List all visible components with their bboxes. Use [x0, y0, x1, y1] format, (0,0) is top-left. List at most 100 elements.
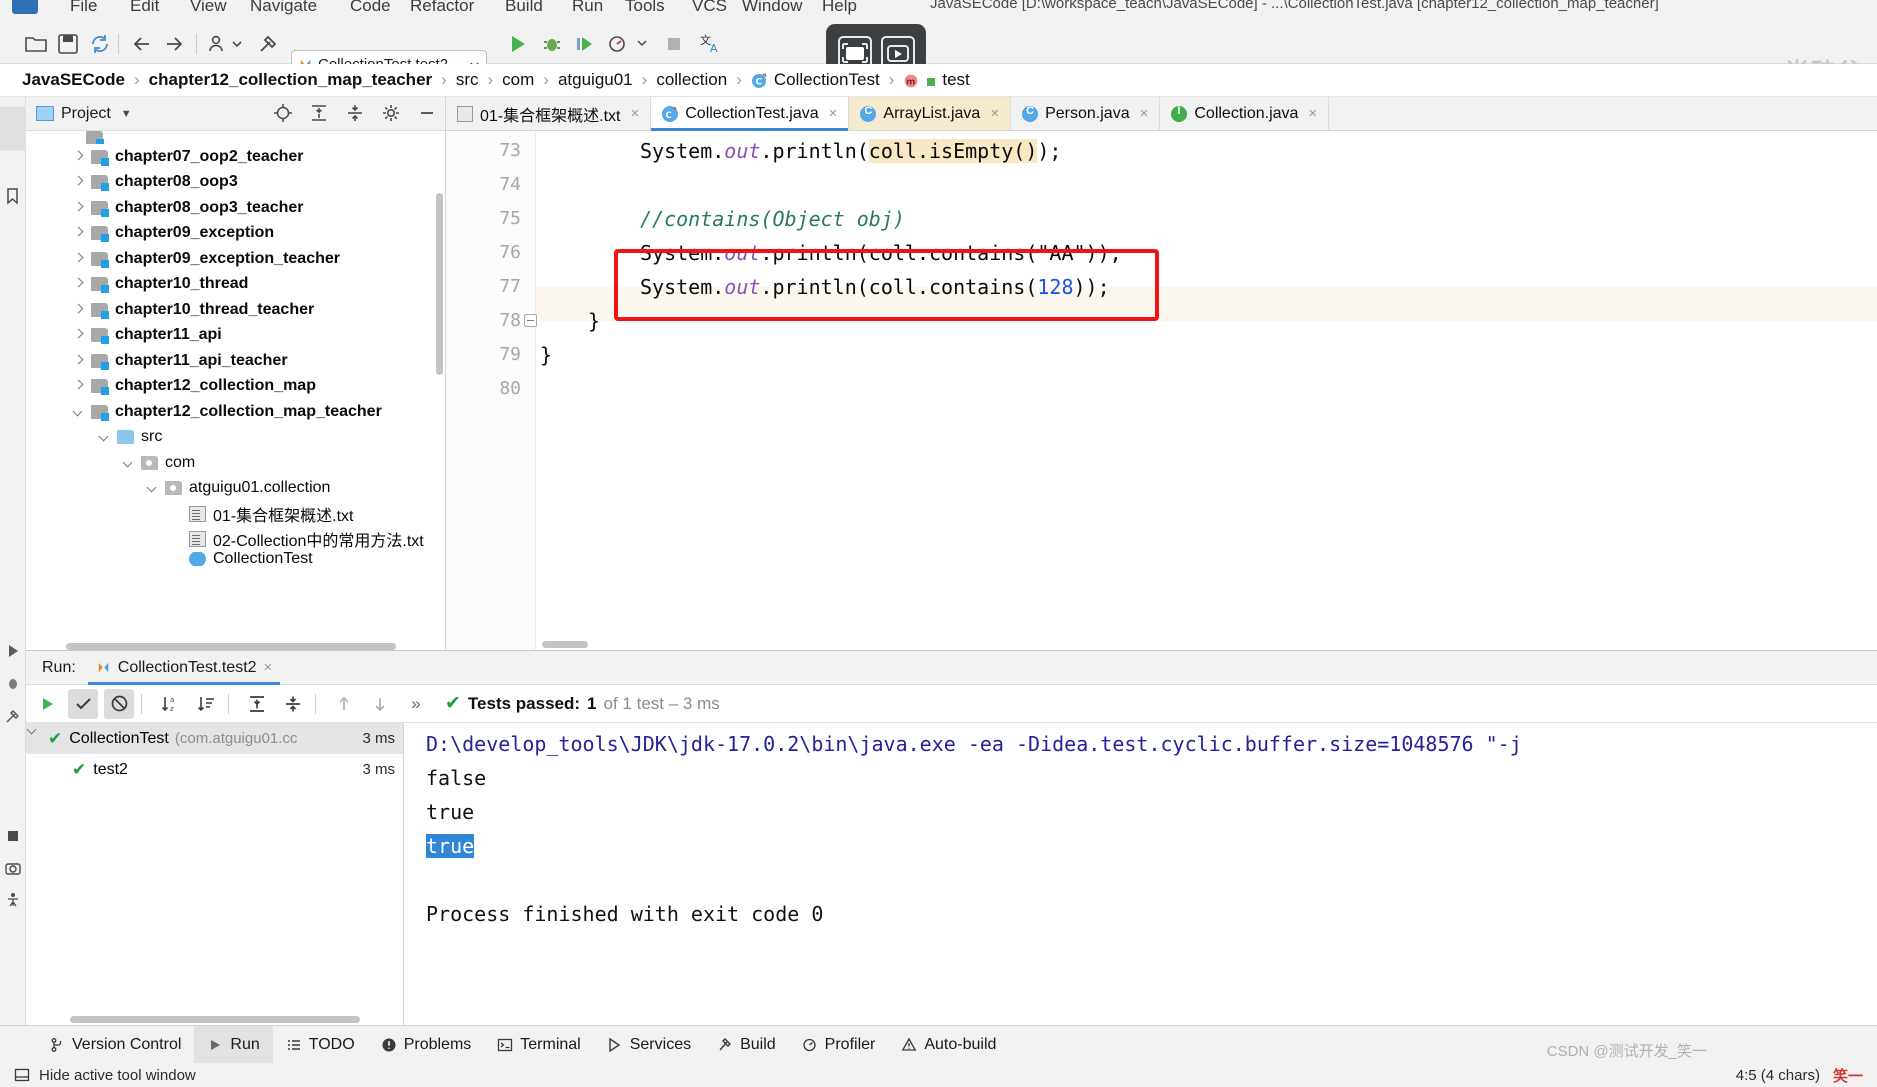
editor-horizontal-scrollbar[interactable] [542, 641, 588, 648]
console-output[interactable]: D:\develop_tools\JDK\jdk-17.0.2\bin\java… [404, 723, 1877, 1026]
status-item-build[interactable]: Build [704, 1026, 789, 1064]
test-tree-horizontal-scrollbar[interactable] [70, 1016, 360, 1023]
show-passed-icon[interactable] [68, 688, 98, 719]
breadcrumb-item-module[interactable]: chapter12_collection_map_teacher [149, 70, 432, 90]
close-icon[interactable]: × [990, 105, 999, 122]
tree-row-chapter12-collection-map-teacher[interactable]: chapter12_collection_map_teacher [26, 399, 445, 425]
tree-row-chapter11-api[interactable]: chapter11_api [26, 323, 445, 349]
test-results-tree[interactable]: ✔ CollectionTest (com.atguigu01.cc 3 ms … [26, 723, 404, 1026]
breadcrumb-item-src[interactable]: src [456, 70, 479, 90]
close-icon[interactable]: × [1140, 105, 1149, 122]
collapse-all-icon[interactable] [278, 689, 308, 719]
menu-item-run[interactable]: Run [572, 0, 603, 16]
close-icon[interactable]: × [630, 105, 639, 122]
chevron-down-icon[interactable] [146, 481, 160, 495]
tree-row-chapter10-thread-teacher[interactable]: chapter10_thread_teacher [26, 297, 445, 323]
close-icon[interactable]: × [1308, 105, 1317, 122]
tree-row-txt-01[interactable]: 01-集合框架概述.txt [26, 501, 445, 527]
breadcrumb-item-com[interactable]: com [502, 70, 534, 90]
project-horizontal-scrollbar[interactable] [66, 643, 396, 650]
chevron-down-icon[interactable] [72, 405, 86, 419]
menu-item-refactor[interactable]: Refactor [410, 0, 474, 16]
tree-row-chapter08-oop3-teacher[interactable]: chapter08_oop3_teacher [26, 195, 445, 221]
debug-strip-icon[interactable] [4, 675, 22, 693]
status-item-profiler[interactable]: Profiler [789, 1026, 889, 1064]
code-fold-marker-icon[interactable] [524, 314, 537, 327]
menu-item-window[interactable]: Window [742, 0, 802, 16]
translate-icon[interactable]: 文A [700, 32, 724, 56]
menu-item-build[interactable]: Build [505, 0, 543, 16]
tree-row-atguigu01-collection[interactable]: atguigu01.collection [26, 476, 445, 502]
test-tree-row-collectiontest[interactable]: ✔ CollectionTest (com.atguigu01.cc 3 ms [26, 723, 403, 754]
editor-tab-01-txt[interactable]: 01-集合框架概述.txt × [446, 97, 652, 130]
hide-tool-window-label[interactable]: Hide active tool window [39, 1067, 196, 1084]
expand-all-icon[interactable] [242, 689, 272, 719]
chevron-right-icon[interactable] [72, 328, 86, 342]
breadcrumb-item-javasecode[interactable]: JavaSECode [22, 70, 125, 90]
status-item-version-control[interactable]: Version Control [36, 1026, 194, 1064]
chevron-down-icon[interactable] [98, 430, 112, 444]
chevron-down-icon-2[interactable] [636, 36, 648, 60]
rerun-icon[interactable] [32, 689, 62, 719]
tree-row-chapter09-exception-teacher[interactable]: chapter09_exception_teacher [26, 246, 445, 272]
gear-icon[interactable] [381, 103, 401, 123]
menu-item-vcs[interactable]: VCS [692, 0, 727, 16]
collapse-all-icon[interactable] [345, 103, 365, 123]
chevron-right-icon[interactable] [72, 379, 86, 393]
status-item-run[interactable]: Run [194, 1025, 273, 1064]
locate-icon[interactable] [273, 103, 293, 123]
editor-gutter[interactable]: 73 74 75 76 77 78 79 80 [446, 131, 536, 650]
test-tree-row-test2[interactable]: ✔ test2 3 ms [26, 754, 403, 785]
profile-user-icon[interactable] [206, 32, 230, 56]
debug-icon[interactable] [540, 32, 564, 56]
expand-all-icon[interactable] [309, 103, 329, 123]
screenshot-icon[interactable] [4, 859, 22, 877]
chevron-right-icon[interactable] [72, 252, 86, 266]
forward-arrow-icon[interactable] [162, 32, 186, 56]
menu-item-code[interactable]: Code [350, 0, 391, 16]
breadcrumb-item-test-method[interactable]: m test [903, 70, 970, 90]
code-editor[interactable]: 73 74 75 76 77 78 79 80 System.out.print… [446, 131, 1877, 650]
hide-window-icon[interactable] [14, 1067, 30, 1083]
status-item-services[interactable]: Services [594, 1026, 704, 1064]
hammer-build-icon[interactable] [256, 32, 280, 56]
chevron-down-icon[interactable] [232, 32, 242, 56]
chevron-right-icon[interactable] [72, 201, 86, 215]
chevron-right-icon[interactable] [72, 303, 86, 317]
breadcrumb-item-atguigu01[interactable]: atguigu01 [558, 70, 633, 90]
run-strip-icon[interactable] [4, 642, 22, 660]
chevron-down-icon[interactable] [122, 456, 136, 470]
run-icon[interactable] [503, 30, 531, 58]
menu-item-edit[interactable]: Edit [130, 0, 159, 16]
coverage-icon[interactable] [574, 32, 598, 56]
tree-row-txt-02[interactable]: 02-Collection中的常用方法.txt [26, 527, 445, 553]
caret-position[interactable]: 4:5 (4 chars) [1736, 1067, 1820, 1084]
more-icon[interactable]: » [401, 689, 431, 719]
editor-tab-collectiontest-java[interactable]: C CollectionTest.java × [651, 97, 850, 131]
close-icon[interactable]: × [264, 659, 273, 676]
open-folder-icon[interactable] [24, 32, 48, 56]
editor-tab-person-java[interactable]: Person.java × [1011, 97, 1161, 130]
save-icon[interactable] [56, 32, 80, 56]
tree-row-chapter08-oop3[interactable]: chapter08_oop3 [26, 170, 445, 196]
tree-row-partial[interactable] [26, 131, 445, 144]
build-strip-icon[interactable] [4, 708, 22, 726]
status-item-terminal[interactable]: Terminal [484, 1026, 593, 1064]
profiler-run-icon[interactable] [606, 32, 630, 56]
menu-item-navigate[interactable]: Navigate [250, 0, 317, 16]
chevron-right-icon[interactable] [72, 277, 86, 291]
status-item-problems[interactable]: Problems [368, 1026, 485, 1064]
editor-tab-collection-java[interactable]: Collection.java × [1160, 97, 1330, 130]
menu-item-view[interactable]: View [190, 0, 227, 16]
menu-item-file[interactable]: File [70, 0, 97, 16]
tree-row-chapter10-thread[interactable]: chapter10_thread [26, 272, 445, 298]
tree-row-collectiontest[interactable]: CollectionTest [26, 552, 445, 566]
status-item-auto-build[interactable]: Auto-build [888, 1026, 1009, 1064]
show-ignored-icon[interactable] [104, 688, 134, 719]
project-tree[interactable]: chapter07_oop2_teacher chapter08_oop3 ch… [26, 131, 445, 650]
status-item-todo[interactable]: TODO [273, 1026, 368, 1064]
chevron-down-icon[interactable]: ▼ [121, 108, 132, 120]
minimize-icon[interactable] [417, 103, 437, 123]
tree-row-com[interactable]: com [26, 450, 445, 476]
tree-row-chapter12-collection-map[interactable]: chapter12_collection_map [26, 374, 445, 400]
